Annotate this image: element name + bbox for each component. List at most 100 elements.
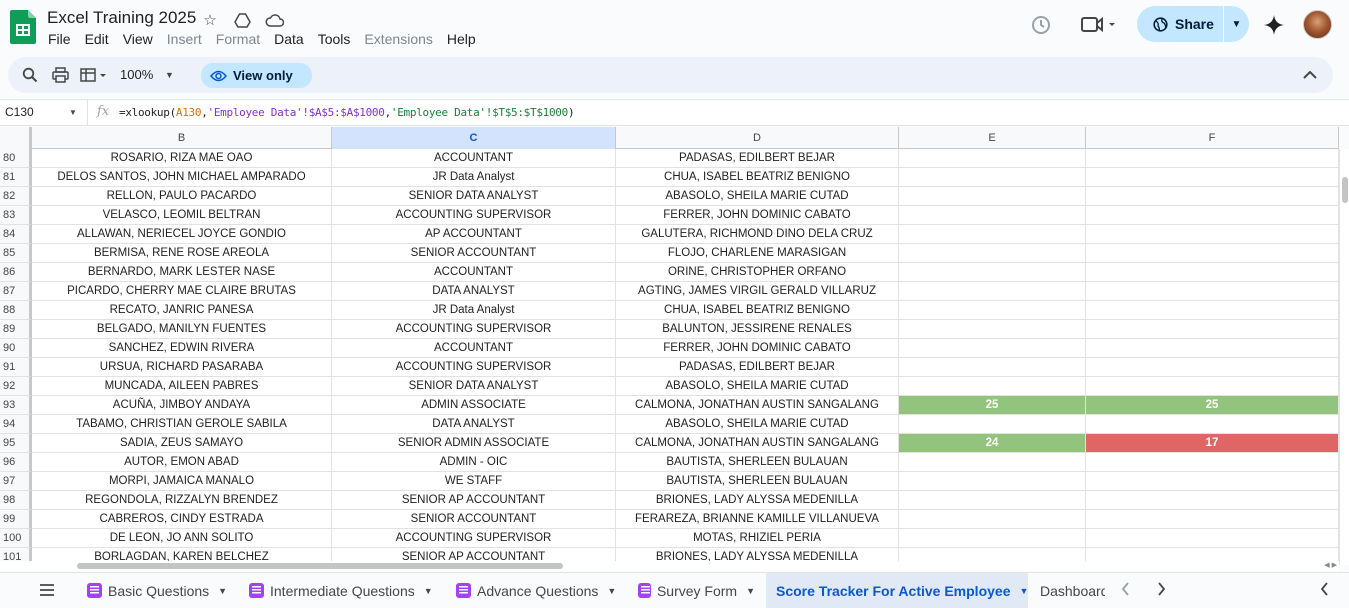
cell-e[interactable]	[899, 168, 1086, 187]
cell-e[interactable]	[899, 377, 1086, 396]
cell-c[interactable]: SENIOR DATA ANALYST	[332, 187, 616, 206]
row-header[interactable]: 82	[0, 187, 32, 206]
cell-b[interactable]: PICARDO, CHERRY MAE CLAIRE BRUTAS	[32, 282, 332, 301]
cell-f[interactable]: 25	[1086, 396, 1339, 415]
scroll-tabs-right-icon[interactable]	[1157, 582, 1166, 600]
cell-f[interactable]	[1086, 453, 1339, 472]
row-header[interactable]: 100	[0, 529, 32, 548]
cell-c[interactable]: JR Data Analyst	[332, 301, 616, 320]
cell-d[interactable]: CHUA, ISABEL BEATRIZ BENIGNO	[616, 301, 899, 320]
meet-icon[interactable]	[1080, 14, 1120, 36]
cell-c[interactable]: SENIOR ACCOUNTANT	[332, 244, 616, 263]
cell-d[interactable]: AGTING, JAMES VIRGIL GERALD VILLARUZ	[616, 282, 899, 301]
cell-f[interactable]	[1086, 168, 1339, 187]
cell-f[interactable]	[1086, 339, 1339, 358]
horizontal-scroll-thumb[interactable]	[77, 563, 563, 569]
menu-edit[interactable]: Edit	[85, 30, 116, 47]
collapse-toolbar-icon[interactable]	[1303, 67, 1317, 82]
cell-e[interactable]	[899, 510, 1086, 529]
column-header-c[interactable]: C	[332, 127, 616, 149]
menu-help[interactable]: Help	[447, 30, 483, 47]
cell-d[interactable]: PADASAS, EDILBERT BEJAR	[616, 149, 899, 168]
share-dropdown-icon[interactable]: ▼	[1224, 19, 1249, 30]
cell-b[interactable]: AUTOR, EMON ABAD	[32, 453, 332, 472]
cell-c[interactable]: SENIOR ADMIN ASSOCIATE	[332, 434, 616, 453]
cell-d[interactable]: CHUA, ISABEL BEATRIZ BENIGNO	[616, 168, 899, 187]
version-history-icon[interactable]	[1030, 14, 1052, 36]
cell-b[interactable]: BELGADO, MANILYN FUENTES	[32, 320, 332, 339]
cell-c[interactable]: SENIOR AP ACCOUNTANT	[332, 491, 616, 510]
cell-f[interactable]	[1086, 510, 1339, 529]
cell-f[interactable]	[1086, 377, 1339, 396]
row-header[interactable]: 81	[0, 168, 32, 187]
sheet-tab[interactable]: Intermediate Questions ▼	[239, 573, 442, 608]
cell-f[interactable]	[1086, 320, 1339, 339]
tab-menu-caret-icon[interactable]: ▼	[607, 586, 616, 596]
all-sheets-menu-icon[interactable]	[38, 582, 56, 598]
cell-b[interactable]: ACUÑA, JIMBOY ANDAYA	[32, 396, 332, 415]
cell-d[interactable]: BAUTISTA, SHERLEEN BULAUAN	[616, 453, 899, 472]
cell-b[interactable]: CABREROS, CINDY ESTRADA	[32, 510, 332, 529]
search-icon[interactable]	[22, 65, 38, 85]
cell-e[interactable]	[899, 301, 1086, 320]
cell-c[interactable]: ACCOUNTING SUPERVISOR	[332, 529, 616, 548]
cell-c[interactable]: ACCOUNTANT	[332, 263, 616, 282]
cell-b[interactable]: TABAMO, CHRISTIAN GEROLE SABILA	[32, 415, 332, 434]
sheet-tab[interactable]: Basic Questions ▼	[77, 573, 235, 608]
cell-d[interactable]: ABASOLO, SHEILA MARIE CUTAD	[616, 187, 899, 206]
vertical-scrollbar[interactable]	[1339, 149, 1349, 565]
cell-f[interactable]	[1086, 358, 1339, 377]
cell-e[interactable]	[899, 206, 1086, 225]
cell-b[interactable]: VELASCO, LEOMIL BELTRAN	[32, 206, 332, 225]
cell-d[interactable]: MOTAS, RHIZIEL PERIA	[616, 529, 899, 548]
cell-d[interactable]: PADASAS, EDILBERT BEJAR	[616, 358, 899, 377]
name-box-caret-icon[interactable]: ▼	[69, 108, 77, 117]
row-header[interactable]: 80	[0, 149, 32, 168]
column-header-b[interactable]: B	[32, 127, 332, 149]
row-header[interactable]: 84	[0, 225, 32, 244]
cell-c[interactable]: WE STAFF	[332, 472, 616, 491]
cell-e[interactable]	[899, 187, 1086, 206]
share-button[interactable]: Share ▼	[1137, 6, 1249, 42]
cell-e[interactable]	[899, 225, 1086, 244]
row-header[interactable]: 92	[0, 377, 32, 396]
column-header-e[interactable]: E	[899, 127, 1086, 149]
horizontal-scrollbar[interactable]: ◀ ▶	[0, 561, 1339, 571]
cell-f[interactable]	[1086, 282, 1339, 301]
scroll-arrows-icon[interactable]: ◀ ▶	[1324, 561, 1337, 569]
view-only-button[interactable]: View only	[201, 63, 312, 88]
cell-c[interactable]: ACCOUNTING SUPERVISOR	[332, 206, 616, 225]
cell-d[interactable]: ABASOLO, SHEILA MARIE CUTAD	[616, 377, 899, 396]
cell-b[interactable]: MORPI, JAMAICA MANALO	[32, 472, 332, 491]
sheets-logo-icon[interactable]	[10, 10, 36, 44]
menu-file[interactable]: File	[48, 30, 78, 47]
menu-view[interactable]: View	[123, 30, 160, 47]
cell-b[interactable]: DE LEON, JO ANN SOLITO	[32, 529, 332, 548]
tab-menu-caret-icon[interactable]: ▼	[1019, 586, 1028, 596]
menu-data[interactable]: Data	[274, 30, 311, 47]
cell-c[interactable]: SENIOR ACCOUNTANT	[332, 510, 616, 529]
row-header[interactable]: 85	[0, 244, 32, 263]
cell-c[interactable]: DATA ANALYST	[332, 415, 616, 434]
formula-input[interactable]: =xlookup(A130,'Employee Data'!$A$5:$A$10…	[119, 106, 575, 119]
cell-d[interactable]: BALUNTON, JESSIRENE RENALES	[616, 320, 899, 339]
cell-b[interactable]: BERMISA, RENE ROSE AREOLA	[32, 244, 332, 263]
sheet-tab[interactable]: Score Tracker For Active Employee ▼	[766, 573, 1028, 608]
cell-e[interactable]	[899, 491, 1086, 510]
vertical-scroll-thumb[interactable]	[1342, 177, 1348, 203]
cell-b[interactable]: RELLON, PAULO PACARDO	[32, 187, 332, 206]
cloud-status-icon[interactable]	[264, 10, 284, 30]
cell-c[interactable]: ACCOUNTING SUPERVISOR	[332, 320, 616, 339]
cell-f[interactable]	[1086, 244, 1339, 263]
cell-e[interactable]	[899, 358, 1086, 377]
cell-e[interactable]	[899, 472, 1086, 491]
zoom-caret-icon[interactable]: ▼	[165, 70, 174, 80]
cell-c[interactable]: ACCOUNTANT	[332, 339, 616, 358]
menu-insert[interactable]: Insert	[167, 30, 209, 47]
cell-f[interactable]	[1086, 206, 1339, 225]
row-header[interactable]: 99	[0, 510, 32, 529]
tab-menu-caret-icon[interactable]: ▼	[746, 586, 755, 596]
cell-f[interactable]: 17	[1086, 434, 1339, 453]
cell-b[interactable]: DELOS SANTOS, JOHN MICHAEL AMPARADO	[32, 168, 332, 187]
cell-c[interactable]: AP ACCOUNTANT	[332, 225, 616, 244]
